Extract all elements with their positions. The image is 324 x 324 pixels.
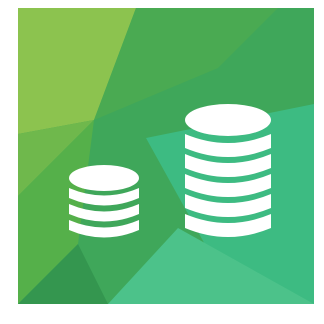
coin-stacks-icon [18,8,314,304]
app-icon[interactable] [18,8,314,304]
